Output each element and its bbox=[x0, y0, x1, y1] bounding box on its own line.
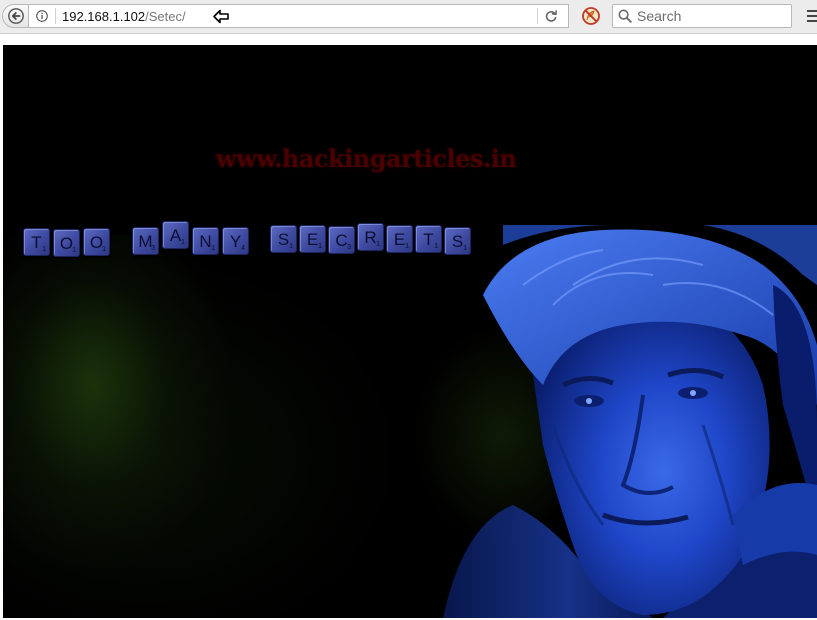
url-host: 192.168.1.102 bbox=[62, 9, 146, 24]
tile-letter: A bbox=[169, 226, 182, 245]
tile: T1 bbox=[23, 228, 50, 256]
search-icon bbox=[618, 9, 632, 23]
tile-score: 1 bbox=[72, 247, 76, 254]
tile: A1 bbox=[162, 221, 189, 249]
tile-letter: E bbox=[306, 230, 319, 249]
tile: T1 bbox=[415, 225, 442, 253]
search-input[interactable] bbox=[635, 6, 785, 26]
tile: C3 bbox=[328, 226, 355, 254]
tile-letter: S bbox=[451, 232, 464, 251]
tile: E1 bbox=[386, 225, 413, 253]
url-path: /Setec/ bbox=[145, 9, 186, 24]
reload-separator bbox=[537, 8, 538, 24]
search-bar[interactable] bbox=[612, 4, 792, 28]
tile: S1 bbox=[444, 227, 471, 255]
tile-letter: C bbox=[335, 231, 348, 250]
reload-icon[interactable] bbox=[544, 9, 558, 23]
tile-score: 3 bbox=[151, 245, 155, 252]
hamburger-menu-icon[interactable] bbox=[807, 9, 817, 23]
tile-letter: E bbox=[393, 230, 406, 249]
info-icon[interactable] bbox=[36, 10, 48, 22]
tile-letter: T bbox=[31, 233, 42, 252]
tile: E1 bbox=[299, 225, 326, 253]
tile-score: 1 bbox=[42, 246, 46, 253]
tile-score: 1 bbox=[376, 241, 380, 248]
tile: N1 bbox=[192, 227, 219, 255]
tile-score: 1 bbox=[318, 243, 322, 250]
tile: R1 bbox=[357, 223, 384, 251]
page-viewport: www.hackingarticles.in T1 O1 O1 M3 A1 N1… bbox=[0, 35, 817, 620]
tile-score: 4 bbox=[241, 245, 245, 252]
address-bar[interactable]: 192.168.1.102/Setec/ bbox=[29, 4, 569, 28]
cursor-arrow-icon bbox=[213, 9, 229, 24]
browser-toolbar: 192.168.1.102/Setec/ bbox=[0, 0, 817, 34]
tile-score: 1 bbox=[102, 246, 106, 253]
scrabble-tiles: T1 O1 O1 M3 A1 N1 Y4 S1 E1 C3 R1 E1 T1 S… bbox=[3, 45, 817, 305]
tile: Y4 bbox=[222, 227, 249, 255]
tile-letter: T bbox=[423, 230, 434, 249]
tile-score: 1 bbox=[463, 245, 467, 252]
tile: O1 bbox=[83, 228, 110, 256]
tile-score: 1 bbox=[405, 243, 409, 250]
tile-score: 1 bbox=[181, 239, 185, 246]
tile-score: 1 bbox=[434, 243, 438, 250]
tile-score: 1 bbox=[211, 245, 215, 252]
tile-score: 1 bbox=[289, 243, 293, 250]
url-text[interactable]: 192.168.1.102/Setec/ bbox=[62, 8, 186, 25]
url-separator bbox=[55, 8, 56, 24]
tile-letter: Y bbox=[229, 232, 242, 251]
noscript-icon[interactable] bbox=[582, 7, 600, 25]
tile: M3 bbox=[132, 227, 159, 255]
tile: S1 bbox=[270, 225, 297, 253]
tile: O1 bbox=[53, 229, 80, 257]
hero-image: www.hackingarticles.in T1 O1 O1 M3 A1 N1… bbox=[3, 45, 817, 618]
back-arrow-icon bbox=[7, 8, 24, 24]
tile-letter: N bbox=[199, 232, 212, 251]
tile-score: 3 bbox=[347, 244, 351, 251]
tile-letter: R bbox=[364, 228, 377, 247]
tile-letter: S bbox=[277, 230, 290, 249]
back-button[interactable] bbox=[2, 4, 29, 28]
